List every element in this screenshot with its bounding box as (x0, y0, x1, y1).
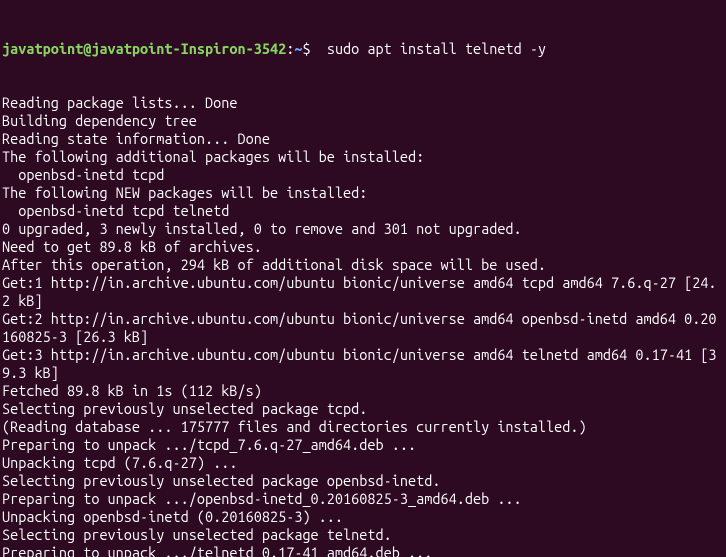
output-line: openbsd-inetd tcpd telnetd (2, 202, 724, 220)
output-line: Preparing to unpack .../tcpd_7.6.q-27_am… (2, 436, 724, 454)
output-line: Building dependency tree (2, 112, 724, 130)
prompt-line: javatpoint@javatpoint-Inspiron-3542:~$ s… (2, 40, 724, 58)
output-line: The following additional packages will b… (2, 148, 724, 166)
output-line: Unpacking openbsd-inetd (0.20160825-3) .… (2, 508, 724, 526)
output-line: Get:2 http://in.archive.ubuntu.com/ubunt… (2, 310, 724, 346)
output-line: Selecting previously unselected package … (2, 472, 724, 490)
output-line: Get:1 http://in.archive.ubuntu.com/ubunt… (2, 274, 724, 310)
output-line: Get:3 http://in.archive.ubuntu.com/ubunt… (2, 346, 724, 382)
output-line: Selecting previously unselected package … (2, 526, 724, 544)
output-line: 0 upgraded, 3 newly installed, 0 to remo… (2, 220, 724, 238)
output-line: Unpacking tcpd (7.6.q-27) ... (2, 454, 724, 472)
command-text: sudo apt install telnetd -y (311, 40, 546, 57)
output-line: Selecting previously unselected package … (2, 400, 724, 418)
output-line: openbsd-inetd tcpd (2, 166, 724, 184)
output-line: Reading package lists... Done (2, 94, 724, 112)
output-line: Reading state information... Done (2, 130, 724, 148)
output-line: Preparing to unpack .../telnetd_0.17-41_… (2, 544, 724, 557)
output-line: The following NEW packages will be insta… (2, 184, 724, 202)
output-line: Preparing to unpack .../openbsd-inetd_0.… (2, 490, 724, 508)
output-line: Need to get 89.8 kB of archives. (2, 238, 724, 256)
terminal-window[interactable]: javatpoint@javatpoint-Inspiron-3542:~$ s… (0, 0, 726, 557)
output-line: After this operation, 294 kB of addition… (2, 256, 724, 274)
output-line: (Reading database ... 175777 files and d… (2, 418, 724, 436)
terminal-output: Reading package lists... DoneBuilding de… (2, 94, 724, 557)
prompt-user-host: javatpoint@javatpoint-Inspiron-3542 (2, 40, 286, 57)
prompt-dollar: $ (302, 40, 310, 57)
output-line: Fetched 89.8 kB in 1s (112 kB/s) (2, 382, 724, 400)
